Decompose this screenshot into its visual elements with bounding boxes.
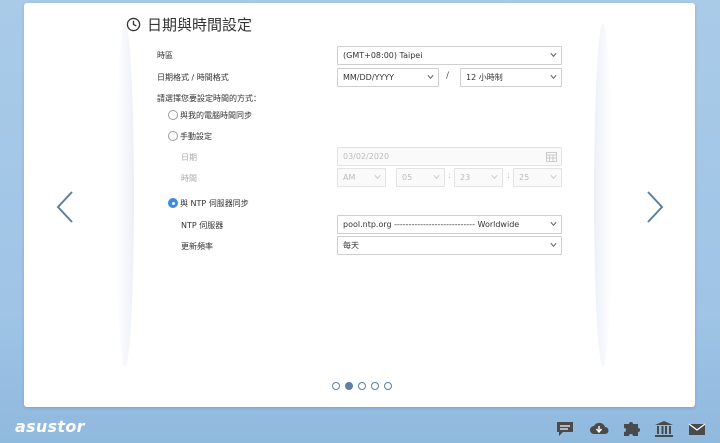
second-select[interactable]: 25 [513, 168, 562, 187]
sync-pc-label: 與我的電腦時間同步 [180, 111, 252, 120]
ntp-server-value: pool.ntp.org ---------------------------… [343, 220, 520, 229]
bank-icon[interactable] [654, 420, 674, 438]
time-colon: : [448, 171, 452, 181]
manual-date-value: 03/02/2020 [343, 152, 390, 161]
ntp-radio[interactable] [168, 198, 178, 208]
previous-page-arrow-icon[interactable] [54, 190, 76, 224]
minute-value: 23 [460, 173, 471, 182]
manual-label: 手動設定 [180, 132, 212, 141]
sync-pc-radio[interactable] [168, 110, 178, 120]
timezone-value: (GMT+08:00) Taipei [343, 51, 423, 60]
time-format-select[interactable]: 12 小時制 [460, 68, 562, 87]
page-dot[interactable] [358, 382, 366, 390]
manual-time-label: 時間 [181, 174, 197, 183]
page-dot[interactable] [384, 382, 392, 390]
chevron-down-icon [491, 174, 498, 180]
chevron-down-icon [550, 74, 557, 80]
pagination [332, 382, 392, 390]
date-format-value: MM/DD/YYYY [343, 73, 395, 82]
format-separator: / [446, 71, 450, 81]
page-dot[interactable] [332, 382, 340, 390]
minute-select[interactable]: 23 [454, 168, 503, 187]
update-frequency-label: 更新頻率 [181, 242, 213, 251]
puzzle-icon[interactable] [621, 420, 641, 438]
chat-icon[interactable] [555, 420, 575, 438]
update-frequency-value: 每天 [343, 241, 359, 250]
ntp-label: 與 NTP 伺服器同步 [180, 199, 249, 208]
format-label: 日期格式 / 時間格式 [157, 73, 229, 82]
ampm-select[interactable]: AM [337, 168, 386, 187]
hour-value: 05 [402, 173, 413, 182]
date-format-select[interactable]: MM/DD/YYYY [337, 68, 439, 87]
asustor-logo: asustor [15, 417, 85, 436]
update-frequency-select[interactable]: 每天 [337, 236, 562, 255]
ntp-server-label: NTP 伺服器 [181, 221, 224, 230]
chevron-down-icon [433, 174, 440, 180]
clock-icon [126, 17, 141, 32]
chevron-down-icon [550, 52, 557, 58]
chevron-down-icon [550, 242, 557, 248]
chevron-down-icon [427, 74, 434, 80]
footer-bar: asustor [0, 413, 720, 443]
manual-radio[interactable] [168, 131, 178, 141]
time-colon: : [507, 171, 511, 181]
chevron-down-icon [550, 221, 557, 227]
chevron-down-icon [550, 174, 557, 180]
page-dot[interactable] [371, 382, 379, 390]
mail-icon[interactable] [687, 420, 707, 438]
page-dot-current[interactable] [345, 382, 353, 390]
hour-select[interactable]: 05 [396, 168, 445, 187]
card-shadow-right [594, 23, 612, 367]
timezone-label: 時區 [157, 51, 173, 60]
cloud-download-icon[interactable] [589, 420, 609, 438]
card-shadow-left [116, 23, 134, 367]
ntp-server-select[interactable]: pool.ntp.org ---------------------------… [337, 215, 562, 234]
page-title-row: 日期與時間設定 [126, 14, 252, 35]
next-page-arrow-icon[interactable] [644, 190, 666, 224]
manual-date-label: 日期 [181, 153, 197, 162]
second-value: 25 [519, 173, 530, 182]
time-format-value: 12 小時制 [466, 73, 503, 82]
choose-method-label: 請選擇您要設定時間的方式： [157, 94, 261, 103]
timezone-select[interactable]: (GMT+08:00) Taipei [337, 46, 562, 65]
manual-date-input[interactable]: 03/02/2020 [337, 147, 562, 166]
calendar-icon [546, 152, 557, 162]
chevron-down-icon [374, 174, 381, 180]
ampm-value: AM [343, 173, 356, 182]
page-title: 日期與時間設定 [147, 16, 253, 34]
